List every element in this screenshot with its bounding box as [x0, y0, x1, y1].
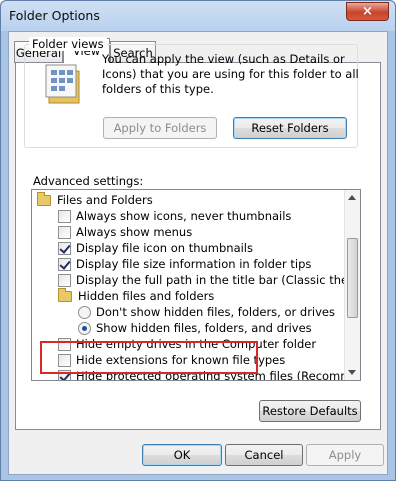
tree-item-label: Files and Folders	[57, 193, 153, 207]
checkbox-checked[interactable]	[58, 241, 71, 255]
option-always-show-menus[interactable]: Always show menus	[58, 224, 192, 240]
option-label: Always show menus	[76, 225, 193, 239]
title-bar[interactable]: Folder Options ×	[1, 1, 395, 31]
tree-folder-files-and-folders: Files and Folders	[37, 191, 153, 208]
ok-label: OK	[173, 448, 191, 462]
close-icon: ×	[362, 4, 373, 19]
cancel-button[interactable]: Cancel	[225, 444, 303, 466]
checkbox-checked[interactable]	[58, 257, 71, 271]
folder-views-description: You can apply the view (such as Details …	[102, 52, 359, 96]
option-label: Show hidden files, folders, and drives	[96, 321, 312, 335]
option-label: Display the full path in the title bar (…	[76, 273, 360, 287]
checkbox[interactable]	[58, 273, 71, 287]
highlight-annotation-box	[40, 341, 258, 374]
scroll-up-icon[interactable]	[348, 195, 356, 200]
option-label: Always show icons, never thumbnails	[76, 209, 292, 223]
reset-folders-label: Reset Folders	[251, 121, 329, 135]
scroll-thumb[interactable]	[347, 238, 358, 318]
option-dont-show-hidden[interactable]: Don't show hidden files, folders, or dri…	[78, 304, 335, 320]
ok-button[interactable]: OK	[142, 444, 222, 466]
apply-button[interactable]: Apply	[306, 444, 384, 466]
checkbox[interactable]	[58, 225, 71, 239]
option-label: Don't show hidden files, folders, or dri…	[96, 305, 336, 319]
folder-icon	[58, 287, 72, 302]
option-label: Display file icon on thumbnails	[76, 241, 253, 255]
reset-folders-button[interactable]: Reset Folders	[233, 117, 347, 139]
window-title: Folder Options	[9, 8, 100, 23]
option-always-show-icons[interactable]: Always show icons, never thumbnails	[58, 208, 291, 224]
option-display-file-size[interactable]: Display file size information in folder …	[58, 256, 311, 272]
apply-label: Apply	[328, 448, 362, 462]
tree-scrollbar[interactable]	[344, 190, 360, 380]
radio-button[interactable]	[78, 305, 91, 319]
option-display-full-path[interactable]: Display the full path in the title bar (…	[58, 272, 360, 288]
folder-icon	[37, 191, 51, 206]
restore-defaults-label: Restore Defaults	[262, 404, 358, 418]
scroll-down-icon[interactable]	[348, 370, 356, 375]
close-button[interactable]: ×	[346, 2, 389, 21]
radio-button-selected[interactable]	[78, 321, 91, 335]
folder-views-legend: Folder views	[29, 37, 107, 51]
apply-to-folders-label: Apply to Folders	[113, 121, 207, 135]
cancel-label: Cancel	[244, 448, 284, 462]
restore-defaults-button[interactable]: Restore Defaults	[259, 400, 361, 422]
advanced-settings-label: Advanced settings:	[33, 174, 144, 188]
option-label: Display file size information in folder …	[76, 257, 312, 271]
folder-views-icon	[45, 64, 80, 104]
apply-to-folders-button[interactable]: Apply to Folders	[103, 117, 217, 139]
tree-folder-hidden-files: Hidden files and folders	[58, 287, 215, 304]
option-show-hidden[interactable]: Show hidden files, folders, and drives	[78, 320, 312, 336]
checkbox[interactable]	[58, 209, 71, 223]
option-display-file-icon[interactable]: Display file icon on thumbnails	[58, 240, 253, 256]
tree-item-label: Hidden files and folders	[78, 289, 215, 303]
